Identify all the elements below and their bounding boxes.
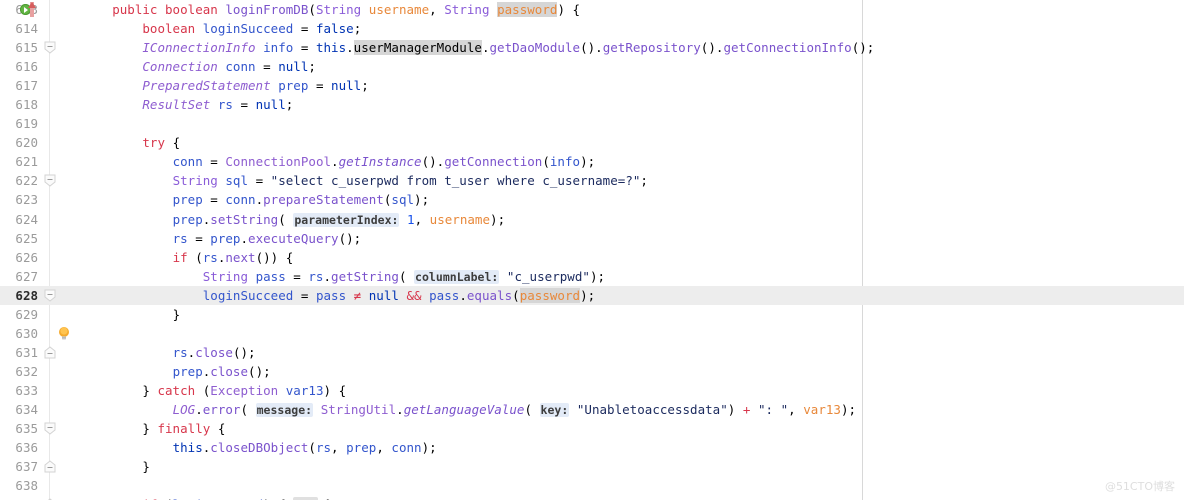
code-text: } catch (Exception var13) { [142, 382, 347, 398]
editor-line[interactable]: 633 } catch (Exception var13) { [0, 381, 1184, 435]
code-text: conn = ConnectionPool.getInstance().getC… [172, 154, 596, 170]
line-number[interactable]: 628 [0, 286, 38, 305]
fold-collapse-icon[interactable] [44, 251, 56, 302]
editor-line[interactable]: 620 try { [0, 133, 1184, 188]
line-number[interactable]: 618 [0, 95, 38, 114]
line-number[interactable]: 634 [0, 400, 38, 419]
line-number[interactable]: 632 [0, 362, 38, 381]
code-text: prep = conn.prepareStatement(sql); [172, 192, 430, 208]
code-text: public boolean loginFromDB(String userna… [112, 2, 581, 17]
code-text: String pass = rs.getString( columnLabel:… [202, 268, 606, 284]
code-text: rs = prep.executeQuery(); [172, 230, 362, 246]
editor-line[interactable]: 631 rs.close(); [0, 343, 1184, 362]
code-editor[interactable]: 613 public boolean loginFromDB(String us… [0, 0, 1184, 500]
line-number[interactable]: 639 [0, 495, 38, 500]
line-number[interactable]: 619 [0, 114, 38, 133]
editor-line-current[interactable]: 628 loginSucceed = pass ≠ null && pass.e… [0, 285, 1184, 340]
intention-bulb-icon[interactable] [57, 288, 71, 340]
code-text: prep.close(); [172, 363, 271, 379]
editor-line[interactable]: 614 boolean loginSucceed = false; [0, 19, 1184, 38]
line-number[interactable]: 631 [0, 343, 38, 362]
parameter-hint: key: [539, 402, 570, 417]
editor-line[interactable]: 621 conn = ConnectionPool.getInstance().… [0, 152, 1184, 171]
implementing-method-icon[interactable] [27, 2, 36, 17]
line-number[interactable]: 614 [0, 19, 38, 38]
watermark: @51CTO博客 [1104, 479, 1175, 493]
line-number[interactable]: 630 [0, 324, 38, 343]
editor-line[interactable]: 630 [0, 324, 1184, 343]
line-number[interactable]: 624 [0, 210, 38, 229]
editor-line[interactable]: 639 if (loginSucceed) { ... } [0, 495, 1184, 500]
code-text: if (loginSucceed) { ... } [82, 495, 333, 500]
fold-region-end-icon[interactable] [44, 460, 56, 500]
line-number[interactable]: 637 [0, 457, 38, 476]
line-number[interactable]: 622 [0, 171, 38, 190]
editor-line[interactable]: 622 String sql = "select c_userpwd from … [0, 171, 1184, 190]
code-text: String sql = "select c_userpwd from t_us… [172, 173, 648, 189]
fold-collapse-icon[interactable] [44, 136, 56, 188]
line-number[interactable]: 623 [0, 190, 38, 209]
editor-line[interactable]: 626 if (rs.next()) { [0, 248, 1184, 302]
line-number[interactable]: 638 [0, 476, 38, 495]
line-number[interactable]: 629 [0, 305, 38, 324]
line-number[interactable]: 616 [0, 57, 38, 76]
fold-collapse-icon[interactable] [44, 384, 56, 435]
editor-line[interactable]: 634 LOG.error( message: StringUtil.getLa… [0, 400, 1184, 419]
fold-region-end-icon[interactable] [44, 308, 56, 359]
editor-line[interactable]: 632 prep.close(); [0, 362, 1184, 381]
line-number[interactable]: 621 [0, 152, 38, 171]
editor-line[interactable]: 637 } [0, 457, 1184, 500]
editor-line[interactable]: 623 prep = conn.prepareStatement(sql); [0, 190, 1184, 209]
editor-line[interactable]: 625 rs = prep.executeQuery(); [0, 229, 1184, 248]
code-text: prep.setString( parameterIndex: 1, usern… [172, 211, 506, 227]
parameter-hint: parameterIndex: [293, 212, 400, 227]
code-text: } [142, 459, 150, 475]
parameter-hint: columnLabel: [414, 269, 500, 284]
editor-line[interactable]: 615 IConnectionInfo info = this.userMana… [0, 38, 1184, 57]
editor-line[interactable]: 638 [0, 476, 1184, 495]
line-number[interactable]: 626 [0, 248, 38, 267]
code-text: boolean loginSucceed = false; [142, 21, 362, 37]
editor-lines: 613 public boolean loginFromDB(String us… [0, 0, 1184, 500]
line-number[interactable]: 636 [0, 438, 38, 457]
code-text: if (rs.next()) { [172, 249, 294, 265]
code-text: Connection conn = null; [142, 59, 316, 75]
editor-line[interactable]: 613 public boolean loginFromDB(String us… [0, 0, 1184, 54]
editor-line[interactable]: 624 prep.setString( parameterIndex: 1, u… [0, 210, 1184, 229]
fold-region-end-icon[interactable] [44, 422, 56, 473]
line-number[interactable]: 615 [0, 38, 38, 57]
code-text: loginSucceed = pass ≠ null && pass.equal… [202, 287, 596, 303]
parameter-hint: message: [255, 402, 314, 417]
code-text: ResultSet rs = null; [142, 97, 294, 113]
line-number[interactable]: 625 [0, 229, 38, 248]
editor-line[interactable]: 635 } finally { [0, 419, 1184, 473]
line-number[interactable]: 627 [0, 267, 38, 286]
code-text: try { [142, 135, 181, 151]
editor-line[interactable]: 618 ResultSet rs = null; [0, 95, 1184, 114]
line-number[interactable]: 620 [0, 133, 38, 152]
gutter-icon-group[interactable] [18, 0, 38, 19]
editor-line[interactable]: 627 String pass = rs.getString( columnLa… [0, 267, 1184, 286]
code-text: this.closeDBObject(rs, prep, conn); [172, 440, 437, 456]
line-number[interactable]: 617 [0, 76, 38, 95]
editor-line[interactable]: 629 } [0, 305, 1184, 359]
code-text: LOG.error( message: StringUtil.getLangua… [172, 401, 857, 417]
editor-line[interactable]: 636 this.closeDBObject(rs, prep, conn); [0, 438, 1184, 457]
line-number[interactable]: 633 [0, 381, 38, 400]
code-text: PreparedStatement prep = null; [142, 78, 369, 94]
editor-line[interactable]: 619 [0, 114, 1184, 133]
code-text: } finally { [142, 421, 226, 437]
code-text: rs.close(); [172, 344, 256, 360]
editor-line[interactable]: 616 Connection conn = null; [0, 57, 1184, 76]
code-text: IConnectionInfo info = this.userManagerM… [142, 40, 875, 56]
line-number[interactable]: 635 [0, 419, 38, 438]
fold-collapse-icon[interactable] [44, 3, 56, 54]
editor-line[interactable]: 617 PreparedStatement prep = null; [0, 76, 1184, 95]
